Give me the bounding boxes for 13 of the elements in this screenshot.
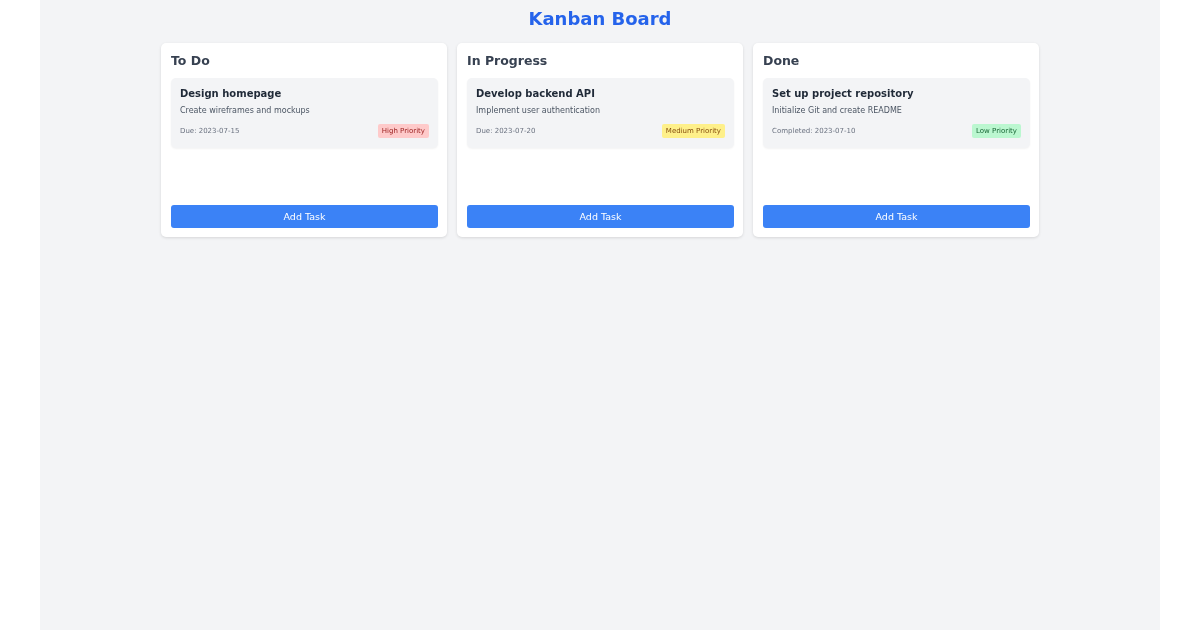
add-task-button[interactable]: Add Task	[467, 205, 734, 228]
add-task-button[interactable]: Add Task	[763, 205, 1030, 228]
task-description: Initialize Git and create README	[772, 105, 903, 116]
column-title: In Progress	[467, 53, 549, 69]
task-description: Implement user authentication	[476, 105, 601, 116]
task-title: Design homepage	[180, 87, 283, 100]
task-description: Create wireframes and mockups	[180, 105, 311, 116]
board-title: Kanban Board	[527, 8, 673, 30]
task-title: Develop backend API	[476, 87, 596, 100]
task-title: Set up project repository	[772, 87, 915, 100]
add-task-button[interactable]: Add Task	[171, 205, 438, 228]
column-title: Done	[763, 53, 801, 69]
column-title: To Do	[171, 53, 211, 69]
